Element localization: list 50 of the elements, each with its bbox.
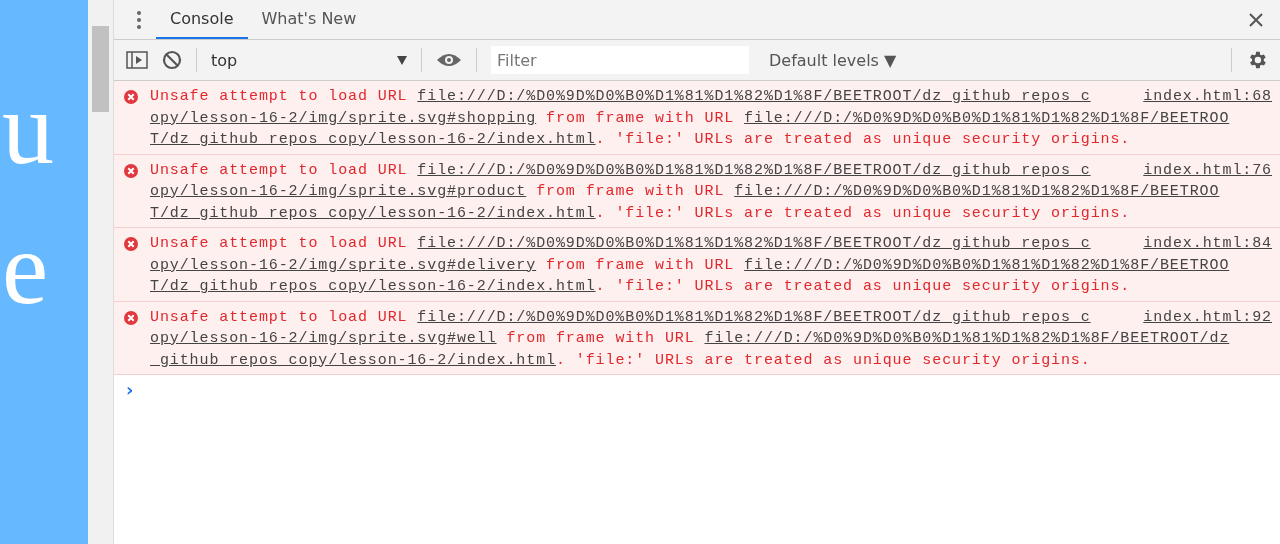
error-message-line: Unsafe attempt to load URL file:///D:/%D0%9D%D0%B0%D1%81%D1%82%D1%8F/BEETROOT/dz_github_repos_c [150, 234, 1091, 254]
error-message-line: Unsafe attempt to load URL file:///D:/%D0%9D%D0%B0%D1%81%D1%82%D1%8F/BEETROOT/dz_github_repos_c [150, 160, 1091, 181]
url-link[interactable]: opy/lesson-16-2/img/sprite.svg#product [150, 183, 527, 200]
error-message-line: _github_repos_copy/lesson-16-2/index.html. 'file:' URLs are treated as unique security origins. [150, 350, 1091, 371]
sidebar-toggle-icon[interactable] [126, 50, 148, 70]
url-link[interactable]: file:///D:/%D0%9D%D0%B0%D1%81%D1%82%D1%8F/BEETROO [744, 109, 1230, 127]
levels-dropdown[interactable]: Default levels ▼ [763, 49, 903, 71]
clear-icon[interactable] [162, 50, 182, 70]
source-link[interactable]: index.html:84 [1143, 233, 1272, 255]
error-message-line: opy/lesson-16-2/img/sprite.svg#well from frame with URL file:///D:/%D0%9D%D0%B0%D1%81%D1%82%D1%8F/BEETROOT/dz [150, 329, 1230, 349]
url-link[interactable]: T/dz_github_repos_copy/lesson-16-2/index.html [150, 204, 596, 222]
url-link[interactable]: opy/lesson-16-2/img/sprite.svg#well [150, 330, 497, 347]
url-link[interactable]: file:///D:/%D0%9D%D0%B0%D1%81%D1%82%D1%8F/BEETROOT/dz_github_repos_c [417, 161, 1091, 179]
url-link[interactable]: T/dz_github_repos_copy/lesson-16-2/index.html [150, 278, 596, 295]
source-link[interactable]: index.html:76 [1143, 159, 1272, 181]
prompt-caret[interactable]: › [126, 379, 134, 400]
heading-fragment: e [2, 209, 49, 327]
error-message-line: T/dz_github_repos_copy/lesson-16-2/index.html. 'file:' URLs are treated as unique security origins. [150, 203, 1131, 224]
source-link[interactable]: index.html:92 [1143, 306, 1272, 328]
context-dropdown[interactable]: top [211, 50, 407, 70]
caret-icon [397, 55, 407, 65]
heading-fragment: u [2, 69, 54, 187]
error-message-line: opy/lesson-16-2/img/sprite.svg#shopping from frame with URL file:///D:/%D0%9D%D0%B0%D1%81%D1%82%D1%8F/BEETROO [150, 108, 1230, 129]
error-icon [124, 163, 138, 178]
error-icon [124, 237, 138, 251]
url-link[interactable]: file:///D:/%D0%9D%D0%B0%D1%81%D1%82%D1%8F/BEETROOT/dz_github_repos_c [417, 308, 1091, 326]
eye-icon[interactable] [436, 52, 462, 68]
url-link[interactable]: file:///D:/%D0%9D%D0%B0%D1%81%D1%82%D1%8F/BEETROO [744, 256, 1230, 274]
url-link[interactable]: opy/lesson-16-2/img/sprite.svg#delivery [150, 256, 537, 274]
url-link[interactable]: T/dz_github_repos_copy/lesson-16-2/index.html [150, 131, 596, 148]
error-message-line: Unsafe attempt to load URL file:///D:/%D0%9D%D0%B0%D1%81%D1%82%D1%8F/BEETROOT/dz_github_repos_c [150, 87, 1091, 107]
url-link[interactable]: file:///D:/%D0%9D%D0%B0%D1%81%D1%82%D1%8F/BEETROO [734, 183, 1220, 200]
error-icon [124, 90, 138, 104]
close-icon[interactable] [1248, 11, 1264, 28]
url-link[interactable]: _github_repos_copy/lesson-16-2/index.html [150, 351, 556, 369]
error-message-line: T/dz_github_repos_copy/lesson-16-2/index.html. 'file:' URLs are treated as unique security origins. [150, 130, 1131, 150]
url-link[interactable]: file:///D:/%D0%9D%D0%B0%D1%81%D1%82%D1%8F/BEETROOT/dz_github_repos_c [417, 88, 1091, 105]
source-link[interactable]: index.html:68 [1143, 86, 1272, 108]
scrollbar-thumb[interactable] [92, 26, 109, 112]
error-message-line: opy/lesson-16-2/img/sprite.svg#delivery from frame with URL file:///D:/%D0%9D%D0%B0%D1%81%D1%82%D1%8F/BEETROO [150, 255, 1230, 276]
url-link[interactable]: file:///D:/%D0%9D%D0%B0%D1%81%D1%82%D1%8F/BEETROOT/dz_github_repos_c [417, 235, 1091, 252]
error-icon [124, 310, 138, 325]
error-message-line: T/dz_github_repos_copy/lesson-16-2/index.html. 'file:' URLs are treated as unique security origins. [150, 277, 1131, 297]
error-message-line: opy/lesson-16-2/img/sprite.svg#product from frame with URL file:///D:/%D0%9D%D0%B0%D1%81%D1%82%D1%8F/BEETROO [150, 182, 1220, 202]
url-link[interactable]: opy/lesson-16-2/img/sprite.svg#shopping [150, 109, 537, 127]
menu-icon[interactable] [136, 9, 142, 30]
filter-field[interactable]: Filter [491, 46, 749, 74]
url-link[interactable]: file:///D:/%D0%9D%D0%B0%D1%81%D1%82%D1%8F/BEETROOT/dz [704, 330, 1230, 347]
error-message-line: Unsafe attempt to load URL file:///D:/%D0%9D%D0%B0%D1%81%D1%82%D1%8F/BEETROOT/dz_github_repos_c [150, 307, 1091, 328]
tab[interactable]: What's New [247, 0, 371, 39]
